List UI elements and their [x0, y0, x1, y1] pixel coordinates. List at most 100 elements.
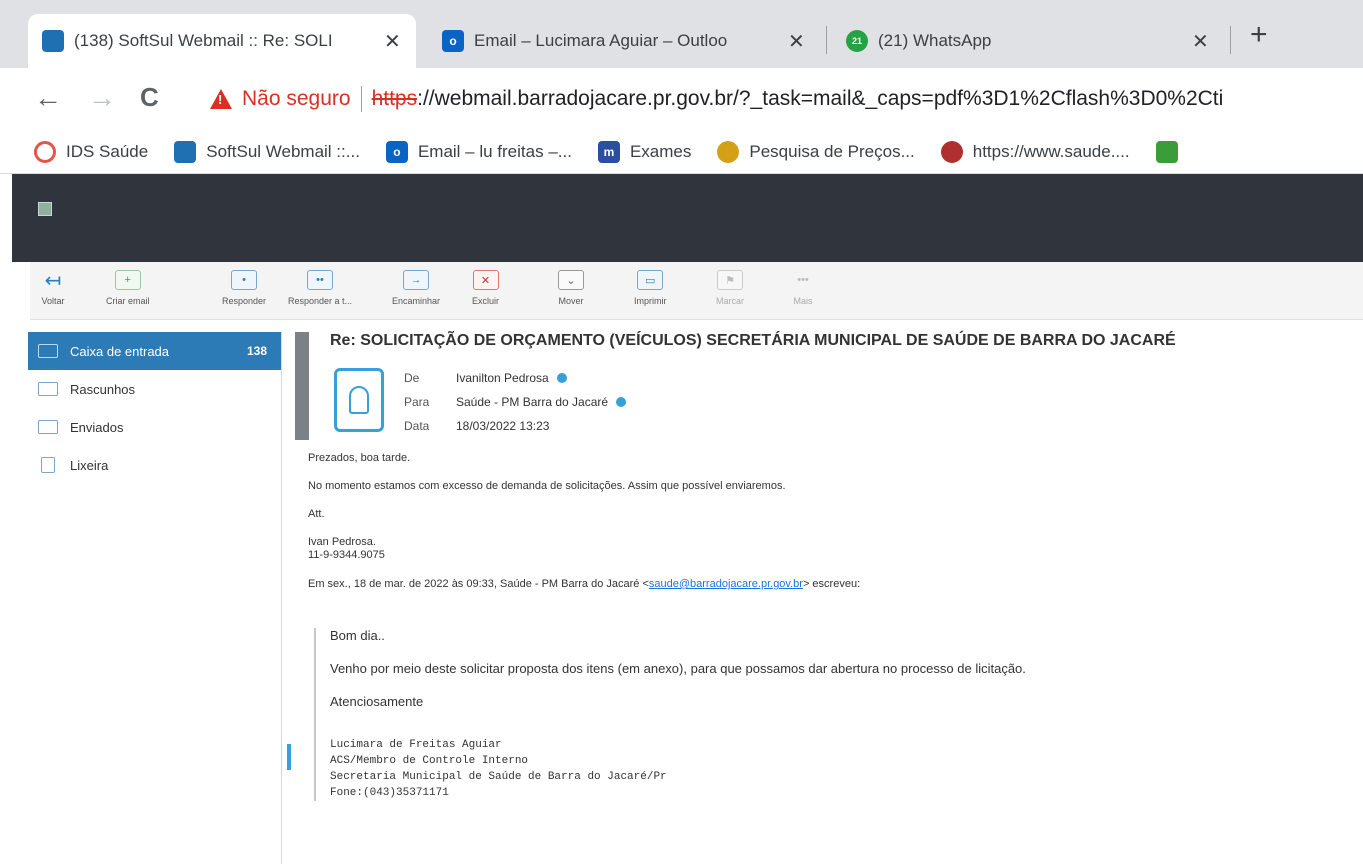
- tab-title: (138) SoftSul Webmail :: Re: SOLI: [74, 31, 333, 50]
- webmail-favicon-icon: [42, 30, 64, 52]
- exames-favicon-icon: m: [597, 140, 620, 163]
- ids-favicon-icon: [34, 140, 56, 163]
- date-label: Data: [404, 419, 430, 433]
- quote-sig-org: Secretaria Municipal de Saúde de Barra d…: [330, 771, 667, 783]
- compose-button[interactable]: + Criar email: [106, 270, 150, 306]
- quoted-message: Bom dia.. Venho por meio deste solicitar…: [314, 628, 1359, 801]
- reply-all-button[interactable]: •• Responder a t...: [288, 270, 352, 306]
- quote-greeting: Bom dia..: [330, 628, 385, 643]
- reply-button[interactable]: • Responder: [222, 270, 266, 306]
- forward-label: Encaminhar: [392, 296, 441, 306]
- sender-avatar: [334, 368, 384, 432]
- mark-button[interactable]: ⚑ Marcar: [716, 270, 744, 306]
- quote-signature: Lucimara de Freitas Aguiar ACS/Membro de…: [330, 737, 1359, 801]
- tab-softsul-webmail[interactable]: (138) SoftSul Webmail :: Re: SOLI ✕: [28, 14, 416, 68]
- drafts-icon: [38, 382, 58, 396]
- folder-label: Lixeira: [70, 457, 109, 473]
- reply-label: Responder: [222, 296, 267, 306]
- bookmark-label: SoftSul Webmail ::...: [206, 141, 360, 161]
- bookmark-saude[interactable]: https://www.saude....: [940, 140, 1130, 163]
- pesquisa-favicon-icon: [717, 140, 740, 163]
- reply-all-icon: ••: [307, 270, 334, 290]
- forward-icon: →: [403, 270, 430, 290]
- bookmark-pesquisa-precos[interactable]: Pesquisa de Preços...: [717, 140, 915, 163]
- back-arrow-icon: ↤: [44, 269, 62, 292]
- body-greeting: Prezados, boa tarde.: [308, 452, 411, 464]
- bookmark-softsul-webmail[interactable]: SoftSul Webmail ::...: [174, 140, 360, 163]
- body-closing: Att.: [308, 508, 325, 520]
- url-omnibox[interactable]: Não seguro https ://webmail.barradojacar…: [196, 76, 1363, 122]
- tab-outlook-email[interactable]: o Email – Lucimara Aguiar – Outloo ✕: [428, 14, 822, 68]
- back-label: Voltar: [41, 296, 65, 306]
- forward-button[interactable]: → Encaminhar: [392, 270, 440, 306]
- tab-separator: [826, 26, 827, 54]
- bookmark-extra-favicon-icon[interactable]: [1155, 140, 1178, 163]
- more-button[interactable]: ••• Mais: [790, 270, 816, 306]
- quote-email-link[interactable]: saude@barradojacare.pr.gov.br: [649, 578, 803, 590]
- body-line: No momento estamos com excesso de demand…: [308, 480, 786, 492]
- close-tab-icon[interactable]: ✕: [1192, 29, 1209, 54]
- back-arrow-icon[interactable]: ←: [34, 82, 62, 114]
- quote-header-text: Em sex., 18 de mar. de 2022 às 09:33, Sa…: [308, 578, 649, 590]
- message-subject: Re: SOLICITAÇÃO DE ORÇAMENTO (VEÍCULOS) …: [330, 332, 1176, 349]
- bookmarks-bar: IDS Saúde SoftSul Webmail ::... o Email …: [0, 130, 1363, 174]
- close-tab-icon[interactable]: ✕: [384, 29, 401, 54]
- forward-arrow-icon[interactable]: →: [88, 82, 116, 114]
- from-row: De Ivanilton Pedrosa: [404, 366, 626, 390]
- pane-resize-handle[interactable]: [287, 744, 291, 770]
- message-body: Prezados, boa tarde. No momento estamos …: [308, 452, 1358, 606]
- to-row: Para Saúde - PM Barra do Jacaré: [404, 390, 627, 414]
- bookmark-outlook-email[interactable]: o Email – lu freitas –...: [385, 140, 572, 163]
- bookmark-label: Exames: [629, 141, 692, 161]
- tab-title: (21) WhatsApp: [878, 31, 992, 50]
- add-contact-icon[interactable]: [616, 397, 627, 407]
- folder-inbox[interactable]: Caixa de entrada 138: [28, 332, 281, 370]
- trash-icon: [41, 457, 55, 473]
- delete-button[interactable]: ✕ Excluir: [472, 270, 499, 306]
- delete-label: Excluir: [472, 296, 500, 306]
- reload-icon[interactable]: C: [140, 82, 159, 113]
- tab-whatsapp[interactable]: 21 (21) WhatsApp ✕: [832, 14, 1226, 68]
- print-label: Imprimir: [634, 296, 667, 306]
- tab-separator: [1230, 26, 1231, 54]
- webmail-header: [12, 174, 1363, 262]
- back-button[interactable]: ↤ Voltar: [40, 269, 66, 307]
- bookmark-label: https://www.saude....: [972, 141, 1130, 161]
- quote-header-suffix: > escreveu:: [802, 578, 861, 590]
- mark-label: Marcar: [716, 296, 745, 306]
- bookmark-exames[interactable]: m Exames: [597, 140, 692, 163]
- whatsapp-favicon-icon: 21: [846, 30, 868, 52]
- more-dots-icon: •••: [797, 274, 809, 286]
- security-label[interactable]: Não seguro: [242, 87, 351, 111]
- quote-sig-role: ACS/Membro de Controle Interno: [330, 755, 529, 767]
- add-contact-icon[interactable]: [556, 373, 567, 383]
- browser-tabstrip: (138) SoftSul Webmail :: Re: SOLI ✕ o Em…: [0, 0, 1363, 68]
- quote-line: Venho por meio deste solicitar proposta …: [330, 661, 1026, 676]
- bookmark-ids-saude[interactable]: IDS Saúde: [34, 140, 149, 163]
- folder-drafts[interactable]: Rascunhos: [28, 370, 281, 408]
- delete-icon: ✕: [472, 270, 499, 290]
- folder-label: Caixa de entrada: [70, 343, 170, 359]
- from-value[interactable]: Ivanilton Pedrosa: [456, 371, 549, 385]
- move-icon: ⌄: [558, 270, 584, 290]
- move-label: Mover: [558, 296, 584, 306]
- printer-icon: ▭: [637, 270, 664, 290]
- folder-sent[interactable]: Enviados: [28, 408, 281, 446]
- logo-icon[interactable]: [38, 202, 52, 216]
- saude-favicon-icon: [940, 140, 963, 163]
- quote-closing: Atenciosamente: [330, 694, 424, 709]
- warning-triangle-icon: [210, 89, 232, 109]
- message-pane: Re: SOLICITAÇÃO DE ORÇAMENTO (VEÍCULOS) …: [292, 332, 1363, 864]
- from-label: De: [404, 371, 420, 385]
- unread-count-badge: 138: [246, 344, 267, 358]
- compose-label: Criar email: [106, 296, 150, 306]
- new-tab-button[interactable]: +: [1250, 18, 1268, 52]
- folder-label: Enviados: [70, 419, 124, 435]
- webmail-favicon-icon: [174, 140, 197, 163]
- bookmark-label: IDS Saúde: [66, 141, 149, 161]
- folder-trash[interactable]: Lixeira: [28, 446, 281, 484]
- close-tab-icon[interactable]: ✕: [788, 29, 805, 54]
- print-button[interactable]: ▭ Imprimir: [634, 270, 667, 306]
- move-button[interactable]: ⌄ Mover: [558, 270, 584, 306]
- to-value[interactable]: Saúde - PM Barra do Jacaré: [456, 395, 608, 409]
